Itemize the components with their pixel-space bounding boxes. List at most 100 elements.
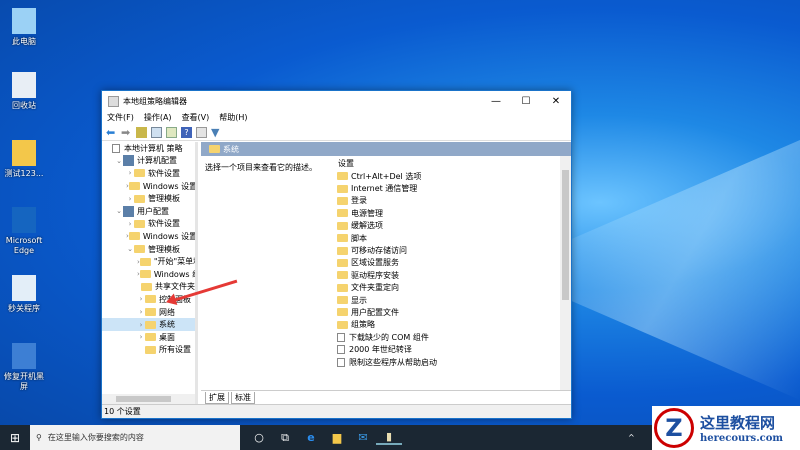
list-item-folder[interactable]: 用户配置文件 [331, 306, 571, 318]
expand-chevron-icon[interactable]: › [126, 195, 134, 203]
properties-icon[interactable] [196, 126, 207, 138]
folder-icon [337, 196, 348, 205]
list-item-folder[interactable]: 驱动程序安装 [331, 269, 571, 281]
export-icon[interactable] [166, 126, 177, 138]
list-item-policy[interactable]: 下载缺少的 COM 组件 [331, 331, 571, 343]
expand-chevron-icon[interactable]: › [126, 169, 134, 177]
tree-node[interactable]: 所有设置 [102, 344, 195, 357]
expand-chevron-icon[interactable]: › [137, 333, 145, 341]
close-button[interactable]: ✕ [541, 96, 571, 107]
folder-icon [337, 221, 348, 230]
list-item-folder[interactable]: 区域设置服务 [331, 257, 571, 269]
tree-horizontal-scrollbar[interactable] [102, 394, 195, 404]
tree-node[interactable]: › 管理模板 [102, 192, 195, 205]
up-folder-icon[interactable] [136, 126, 147, 138]
back-icon[interactable]: ⬅ [106, 127, 117, 138]
list-item-policy[interactable]: 2000 年世纪转译 [331, 343, 571, 355]
forward-icon[interactable]: ➡ [121, 127, 132, 138]
tray-chevron-icon[interactable]: ^ [628, 433, 635, 442]
expand-chevron-icon[interactable]: › [126, 220, 134, 228]
desktop-icon-recycle-bin[interactable]: 回收站 [2, 72, 46, 111]
expand-chevron-icon[interactable]: ⌄ [115, 157, 123, 165]
window-title: 本地组策略编辑器 [123, 96, 187, 106]
tree-node[interactable]: › 桌面 [102, 331, 195, 344]
cortana-icon[interactable]: ○ [246, 431, 272, 444]
filter-icon[interactable]: ▼ [211, 127, 222, 138]
tree-node-label: 计算机配置 [137, 156, 177, 166]
list-item-folder[interactable]: 文件夹重定向 [331, 282, 571, 294]
tree-node-label: 系统 [159, 320, 175, 330]
desktop-icon-test-folder[interactable]: 测试123... [2, 140, 46, 179]
maximize-button[interactable]: ☐ [511, 96, 541, 107]
tree-node[interactable]: ⌄ 管理模板 [102, 243, 195, 256]
tree-node[interactable]: 本地计算机 策略 [102, 142, 195, 155]
list-item-label: 用户配置文件 [351, 307, 399, 317]
list-item-folder[interactable]: 电源管理 [331, 207, 571, 219]
search-placeholder: 在这里输入你要搜索的内容 [47, 433, 144, 442]
list-item-folder[interactable]: 登录 [331, 195, 571, 207]
tree-node[interactable]: › Windows 设置 [102, 230, 195, 243]
tree-node[interactable]: › "开始"菜单和 [102, 255, 195, 268]
column-header-setting[interactable]: 设置 [331, 156, 571, 170]
policy-editor-taskbar-icon[interactable]: ▮ [376, 430, 402, 445]
vertical-scrollbar[interactable] [560, 156, 571, 390]
menu-help[interactable]: 帮助(H) [219, 112, 247, 123]
list-item-label: 电源管理 [351, 208, 383, 218]
list-item-label: 限制这些程序从帮助启动 [349, 357, 437, 367]
tree-node[interactable]: › 软件设置 [102, 218, 195, 231]
edge-icon[interactable]: e [298, 431, 324, 444]
list-item-folder[interactable]: Internet 通信管理 [331, 182, 571, 194]
tree-node-label: "开始"菜单和 [153, 257, 198, 267]
folder-icon [337, 258, 348, 267]
taskbar-search[interactable]: ⚲ 在这里输入你要搜索的内容 [30, 425, 240, 450]
tree-node[interactable]: › 网络 [102, 306, 195, 319]
help-icon[interactable]: ? [181, 126, 192, 138]
list-item-label: Internet 通信管理 [351, 184, 418, 194]
config-icon [123, 155, 134, 167]
tree-node[interactable]: ⌄ 计算机配置 [102, 155, 195, 168]
tree-node[interactable]: › Windows 设置 [102, 180, 195, 193]
tab-extended[interactable]: 扩展 [205, 391, 229, 404]
desktop-icon-shutdown-program[interactable]: 秒关程序 [2, 275, 46, 314]
list-item-folder[interactable]: 组策略 [331, 319, 571, 331]
expand-chevron-icon[interactable]: ⌄ [115, 207, 123, 215]
show-tree-icon[interactable] [151, 126, 162, 138]
mail-icon[interactable]: ✉ [350, 431, 376, 444]
tree-node[interactable]: ⌄ 用户配置 [102, 205, 195, 218]
menu-view[interactable]: 查看(V) [182, 112, 210, 123]
list-item-folder[interactable]: 缓解选项 [331, 220, 571, 232]
view-tabs: 扩展 标准 [201, 390, 571, 404]
recycle-bin-icon [12, 72, 36, 98]
file-explorer-icon[interactable]: ▆ [324, 431, 350, 444]
list-item-label: 组策略 [351, 320, 375, 330]
list-item-folder[interactable]: 可移动存储访问 [331, 244, 571, 256]
menu-action[interactable]: 操作(A) [144, 112, 172, 123]
expand-chevron-icon[interactable]: › [137, 321, 145, 329]
desktop-icon-this-pc[interactable]: 此电脑 [2, 8, 46, 47]
expand-chevron-icon[interactable]: ⌄ [126, 245, 134, 253]
folder-icon [337, 246, 348, 255]
menu-file[interactable]: 文件(F) [107, 112, 134, 123]
tree-node-label: 管理模板 [148, 244, 180, 254]
minimize-button[interactable]: — [481, 96, 511, 107]
list-item-folder[interactable]: 脚本 [331, 232, 571, 244]
tree-node[interactable]: › Windows 组 [102, 268, 195, 281]
start-icon[interactable]: ⊞ [10, 431, 20, 445]
task-view-icon[interactable]: ⧉ [272, 431, 298, 445]
list-item-folder[interactable]: Ctrl+Alt+Del 选项 [331, 170, 571, 182]
folder-icon [139, 270, 151, 279]
desktop-icon-edge[interactable]: Microsoft Edge [2, 207, 46, 256]
title-bar[interactable]: 本地组策略编辑器 — ☐ ✕ [102, 91, 571, 111]
desktop-icon-repair-boot[interactable]: 修复开机黑屏 [2, 343, 46, 392]
expand-chevron-icon[interactable]: › [137, 308, 145, 316]
expand-chevron-icon[interactable]: › [137, 295, 145, 303]
tree-node-label: 软件设置 [148, 219, 180, 229]
edge-icon [12, 207, 36, 233]
tree-node[interactable]: › 软件设置 [102, 167, 195, 180]
tree-node[interactable]: 共享文件夹 [102, 281, 195, 294]
list-item-policy[interactable]: 限制这些程序从帮助启动 [331, 356, 571, 368]
tab-standard[interactable]: 标准 [231, 391, 255, 404]
list-item-folder[interactable]: 显示 [331, 294, 571, 306]
tree-node[interactable]: › 系统 [102, 318, 195, 331]
tree-node-label: Windows 组 [153, 269, 198, 279]
